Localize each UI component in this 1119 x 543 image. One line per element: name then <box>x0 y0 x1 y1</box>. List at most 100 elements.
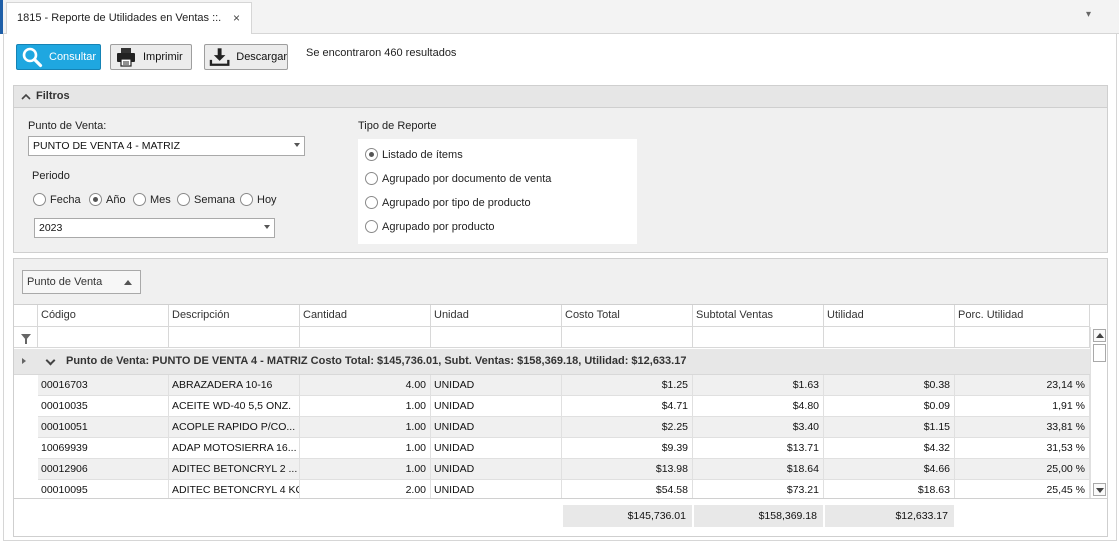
table-row[interactable]: 00010051 ACOPLE RAPIDO P/CO... 1.00 UNIDAD $… <box>38 417 1090 438</box>
cell-cantidad: 1.00 <box>300 396 431 417</box>
year-select[interactable]: 2023 <box>34 218 275 238</box>
radio-fecha-label: Fecha <box>50 194 81 206</box>
radio-agrupado-producto[interactable] <box>365 220 378 233</box>
cell-cantidad: 1.00 <box>300 438 431 459</box>
consultar-label: Consultar <box>49 51 97 63</box>
totals-footer: $145,736.01 $158,369.18 $12,633.17 <box>14 498 1107 536</box>
radio-agrupado-documento-label: Agrupado por documento de venta <box>382 173 552 185</box>
cell-utilidad: $1.15 <box>824 417 955 438</box>
tab-title: 1815 - Reporte de Utilidades en Ventas :… <box>17 12 222 24</box>
filter-cell-descripcion[interactable] <box>169 327 300 348</box>
column-header-subtotal-ventas[interactable]: Subtotal Ventas <box>693 305 824 327</box>
scroll-up-icon[interactable] <box>1093 329 1106 342</box>
column-header-codigo[interactable]: Código <box>38 305 169 327</box>
group-by-chip[interactable]: Punto de Venta <box>22 270 141 294</box>
radio-anio-label: Año <box>106 194 126 206</box>
chevron-down-icon <box>294 143 300 147</box>
radio-agrupado-producto-label: Agrupado por producto <box>382 221 495 233</box>
column-header-porc-utilidad[interactable]: Porc. Utilidad <box>955 305 1090 327</box>
download-icon <box>209 48 230 66</box>
cell-cantidad: 1.00 <box>300 417 431 438</box>
radio-fecha[interactable] <box>33 193 46 206</box>
column-header-cantidad[interactable]: Cantidad <box>300 305 431 327</box>
radio-semana[interactable] <box>177 193 190 206</box>
cell-costo-total: $13.98 <box>562 459 693 480</box>
tab-strip-accent <box>0 0 3 34</box>
results-grid: Código Descripción Cantidad Unidad Costo… <box>13 304 1108 537</box>
cell-utilidad: $0.09 <box>824 396 955 417</box>
scroll-down-icon[interactable] <box>1093 483 1106 496</box>
group-by-chip-label: Punto de Venta <box>27 276 103 288</box>
filters-header[interactable]: Filtros <box>14 86 1107 108</box>
table-row[interactable]: 00012906 ADITEC BETONCRYL 2 ... 1.00 UNIDAD… <box>38 459 1090 480</box>
punto-venta-label: Punto de Venta: <box>28 120 107 132</box>
cell-unidad: UNIDAD <box>431 375 562 396</box>
tab-reporte-utilidades[interactable]: 1815 - Reporte de Utilidades en Ventas :… <box>6 2 252 34</box>
chevron-down-icon[interactable] <box>45 355 56 366</box>
table-row[interactable]: 00010035 ACEITE WD-40 5,5 ONZ. 1.00 UNIDAD $… <box>38 396 1090 417</box>
sort-ascending-icon <box>124 280 132 285</box>
cell-subtotal-ventas: $13.71 <box>693 438 824 459</box>
consultar-button[interactable]: Consultar <box>16 44 101 70</box>
cell-subtotal-ventas: $1.63 <box>693 375 824 396</box>
filter-cell-codigo[interactable] <box>38 327 169 348</box>
imprimir-button[interactable]: Imprimir <box>110 44 192 70</box>
column-header-utilidad[interactable]: Utilidad <box>824 305 955 327</box>
column-header-costo-total[interactable]: Costo Total <box>562 305 693 327</box>
chevron-down-icon <box>264 225 270 229</box>
cell-descripcion: ACOPLE RAPIDO P/CO... <box>169 417 300 438</box>
radio-semana-label: Semana <box>194 194 235 206</box>
cell-utilidad: $0.38 <box>824 375 955 396</box>
filter-cell-unidad[interactable] <box>431 327 562 348</box>
cell-unidad: UNIDAD <box>431 396 562 417</box>
punto-venta-select[interactable]: PUNTO DE VENTA 4 - MATRIZ <box>28 136 305 156</box>
column-header-unidad[interactable]: Unidad <box>431 305 562 327</box>
cell-subtotal-ventas: $18.64 <box>693 459 824 480</box>
radio-agrupado-documento[interactable] <box>365 172 378 185</box>
imprimir-label: Imprimir <box>143 51 183 63</box>
table-row[interactable]: 10069939 ADAP MOTOSIERRA 16... 1.00 UNIDAD $… <box>38 438 1090 459</box>
radio-anio[interactable] <box>89 193 102 206</box>
cell-unidad: UNIDAD <box>431 417 562 438</box>
group-row[interactable]: Punto de Venta: PUNTO DE VENTA 4 - MATRI… <box>14 349 1090 375</box>
cell-codigo: 00010051 <box>38 417 169 438</box>
punto-venta-value: PUNTO DE VENTA 4 - MATRIZ <box>33 140 181 152</box>
search-icon <box>22 47 43 68</box>
printer-icon <box>117 48 135 67</box>
radio-agrupado-tipo[interactable] <box>365 196 378 209</box>
cell-porc-utilidad: 31,53 % <box>955 438 1090 459</box>
cell-cantidad: 4.00 <box>300 375 431 396</box>
tab-list-dropdown-icon[interactable]: ▾ <box>1086 9 1091 20</box>
cell-utilidad: $4.66 <box>824 459 955 480</box>
radio-hoy[interactable] <box>240 193 253 206</box>
cell-porc-utilidad: 25,00 % <box>955 459 1090 480</box>
descargar-button[interactable]: Descargar <box>204 44 288 70</box>
cell-codigo: 00010035 <box>38 396 169 417</box>
column-header-descripcion[interactable]: Descripción <box>169 305 300 327</box>
radio-listado-items-label: Listado de ítems <box>382 149 463 161</box>
filter-cell-cantidad[interactable] <box>300 327 431 348</box>
filter-cell-utilidad[interactable] <box>824 327 955 348</box>
cell-descripcion: ADITEC BETONCRYL 2 ... <box>169 459 300 480</box>
vertical-scrollbar[interactable] <box>1090 327 1107 498</box>
filter-cell-costo-total[interactable] <box>562 327 693 348</box>
radio-listado-items[interactable] <box>365 148 378 161</box>
filter-cell-porc-utilidad[interactable] <box>955 327 1090 348</box>
cell-cantidad: 1.00 <box>300 459 431 480</box>
cell-porc-utilidad: 1,91 % <box>955 396 1090 417</box>
filter-cell-subtotal-ventas[interactable] <box>693 327 824 348</box>
chevron-up-icon[interactable] <box>21 92 31 102</box>
filter-row-indicator <box>14 327 38 348</box>
tipo-reporte-label: Tipo de Reporte <box>358 120 437 132</box>
cell-codigo: 00016703 <box>38 375 169 396</box>
scroll-thumb[interactable] <box>1093 344 1106 362</box>
cell-costo-total: $9.39 <box>562 438 693 459</box>
cell-costo-total: $4.71 <box>562 396 693 417</box>
cell-porc-utilidad: 23,14 % <box>955 375 1090 396</box>
close-icon[interactable]: × <box>233 11 240 25</box>
table-row[interactable]: 00016703 ABRAZADERA 10-16 4.00 UNIDAD $1.25 $… <box>38 375 1090 396</box>
group-by-panel: Punto de Venta <box>13 258 1108 304</box>
radio-mes[interactable] <box>133 193 146 206</box>
cell-unidad: UNIDAD <box>431 459 562 480</box>
cell-codigo: 10069939 <box>38 438 169 459</box>
